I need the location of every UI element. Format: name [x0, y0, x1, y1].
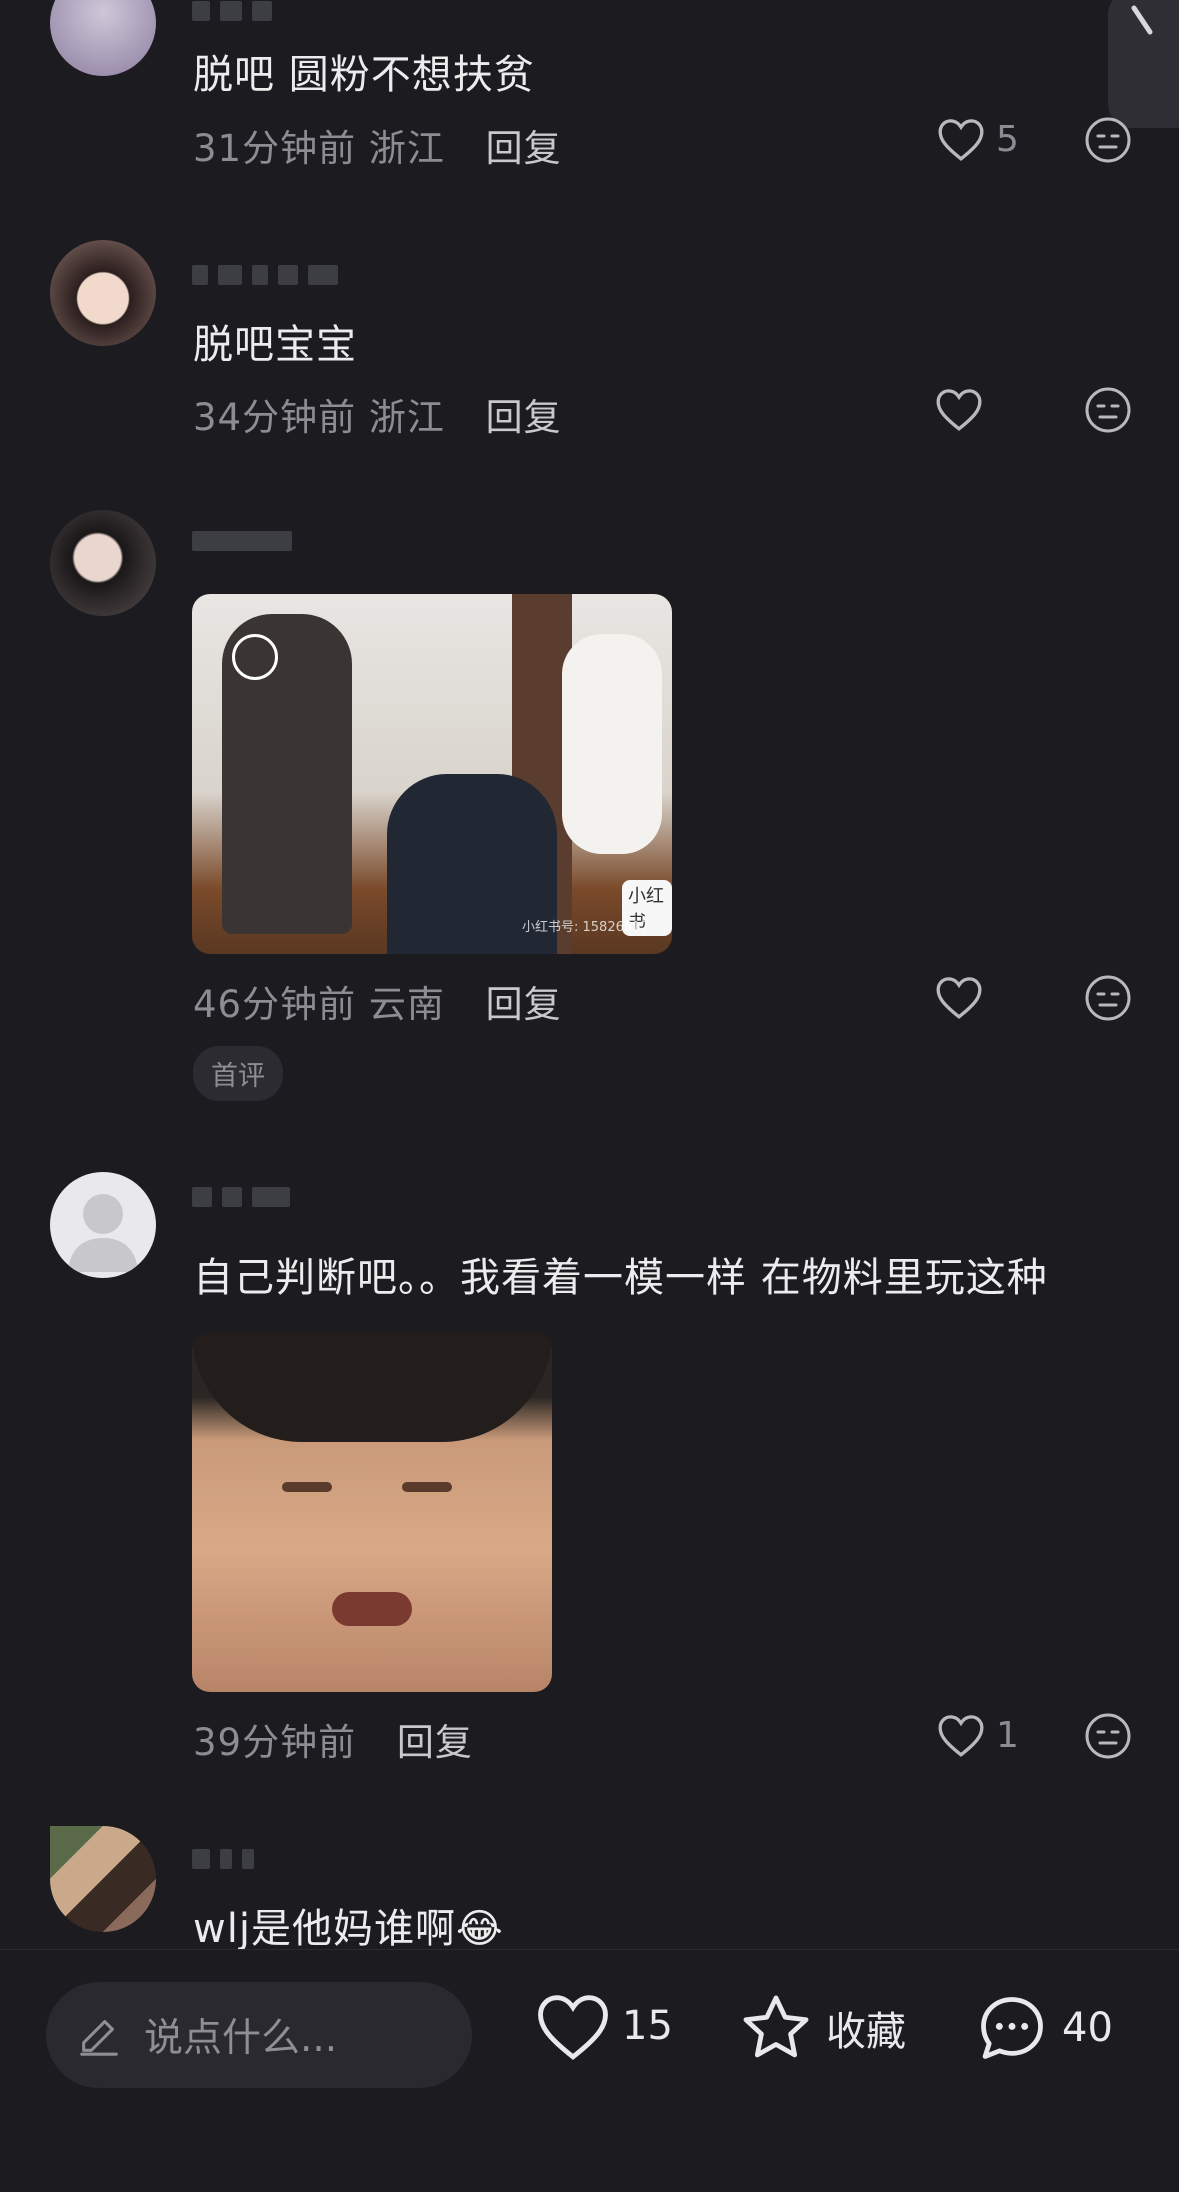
collect-label: 收藏: [826, 2009, 906, 2055]
like-button[interactable]: [934, 974, 994, 1020]
comment-text: 脱吧宝宝: [193, 322, 357, 368]
bottom-action-bar: 说点什么... 15 收藏 40: [0, 1949, 1179, 2192]
username-redacted[interactable]: [192, 1848, 254, 1870]
heart-outline-icon: [538, 1995, 608, 2060]
avatar[interactable]: [50, 0, 156, 76]
reply-button[interactable]: 回复: [397, 1721, 473, 1764]
like-button[interactable]: 5: [936, 116, 1019, 162]
comment-image[interactable]: 小红书 小红书号: 15826517: [192, 594, 672, 954]
comment-button[interactable]: 40: [972, 1990, 1113, 2066]
comment-time: 46分钟前: [193, 983, 357, 1026]
reply-button[interactable]: 回复: [486, 396, 562, 439]
collect-button[interactable]: 收藏: [736, 1990, 906, 2066]
like-button[interactable]: 1: [936, 1712, 1019, 1758]
username-redacted[interactable]: [192, 264, 338, 286]
comment-meta: 46分钟前 云南 回复: [193, 974, 562, 1028]
default-avatar-icon: [68, 1194, 138, 1272]
chevron-icon: [1131, 5, 1153, 35]
comment-count: 40: [1062, 2005, 1113, 2051]
neutral-face-icon[interactable]: [1084, 1712, 1132, 1760]
avatar[interactable]: [50, 240, 156, 346]
username-redacted[interactable]: [192, 1186, 290, 1208]
chat-bubble-icon: [981, 1997, 1043, 2059]
comment-time: 34分钟前: [193, 396, 357, 439]
post-like-count: 15: [622, 2003, 673, 2049]
like-button[interactable]: [934, 386, 994, 432]
image-watermark: 小红书号: 15826517: [522, 920, 649, 935]
comment-text: wlj是他妈谁啊😂: [193, 1906, 504, 1952]
comment-meta: 31分钟前 浙江 回复: [193, 118, 562, 172]
reply-button[interactable]: 回复: [486, 983, 562, 1026]
comment-region: 浙江: [368, 396, 445, 439]
pencil-icon: [80, 2020, 118, 2056]
avatar[interactable]: [50, 510, 156, 616]
default-avatar[interactable]: [50, 1172, 156, 1278]
username-redacted[interactable]: [192, 530, 292, 552]
first-comment-badge: 首评: [193, 1046, 283, 1101]
neutral-face-icon[interactable]: [1084, 974, 1132, 1022]
comment-text: 自己判断吧。。我看着一模一样 在物料里玩这种: [193, 1255, 1048, 1301]
comment-region: 浙江: [368, 127, 445, 170]
heart-outline-icon: [936, 389, 982, 431]
comment-time: 31分钟前: [193, 127, 357, 170]
side-panel-edge: [1108, 0, 1179, 128]
avatar[interactable]: [50, 1826, 156, 1932]
heart-outline-icon: [936, 977, 982, 1019]
neutral-face-icon[interactable]: [1084, 116, 1132, 164]
like-count: 1: [996, 1714, 1019, 1756]
comment-image[interactable]: [192, 1332, 552, 1692]
like-count: 5: [996, 118, 1019, 160]
input-placeholder: 说点什么...: [144, 2016, 338, 2061]
comment-time: 39分钟前: [193, 1721, 357, 1764]
neutral-face-icon[interactable]: [1084, 386, 1132, 434]
heart-outline-icon: [938, 1715, 984, 1757]
comment-meta: 39分钟前 回复: [193, 1712, 473, 1766]
username-redacted[interactable]: [192, 0, 272, 22]
star-outline-icon: [743, 1995, 809, 2058]
comment-input[interactable]: 说点什么...: [46, 1982, 472, 2088]
like-post-button[interactable]: 15: [534, 1990, 673, 2062]
comment-meta: 34分钟前 浙江 回复: [193, 387, 562, 441]
comment-region: 云南: [368, 983, 445, 1026]
reply-button[interactable]: 回复: [486, 127, 562, 170]
comment-text: 脱吧 圆粉不想扶贫: [193, 52, 535, 98]
heart-outline-icon: [938, 119, 984, 161]
